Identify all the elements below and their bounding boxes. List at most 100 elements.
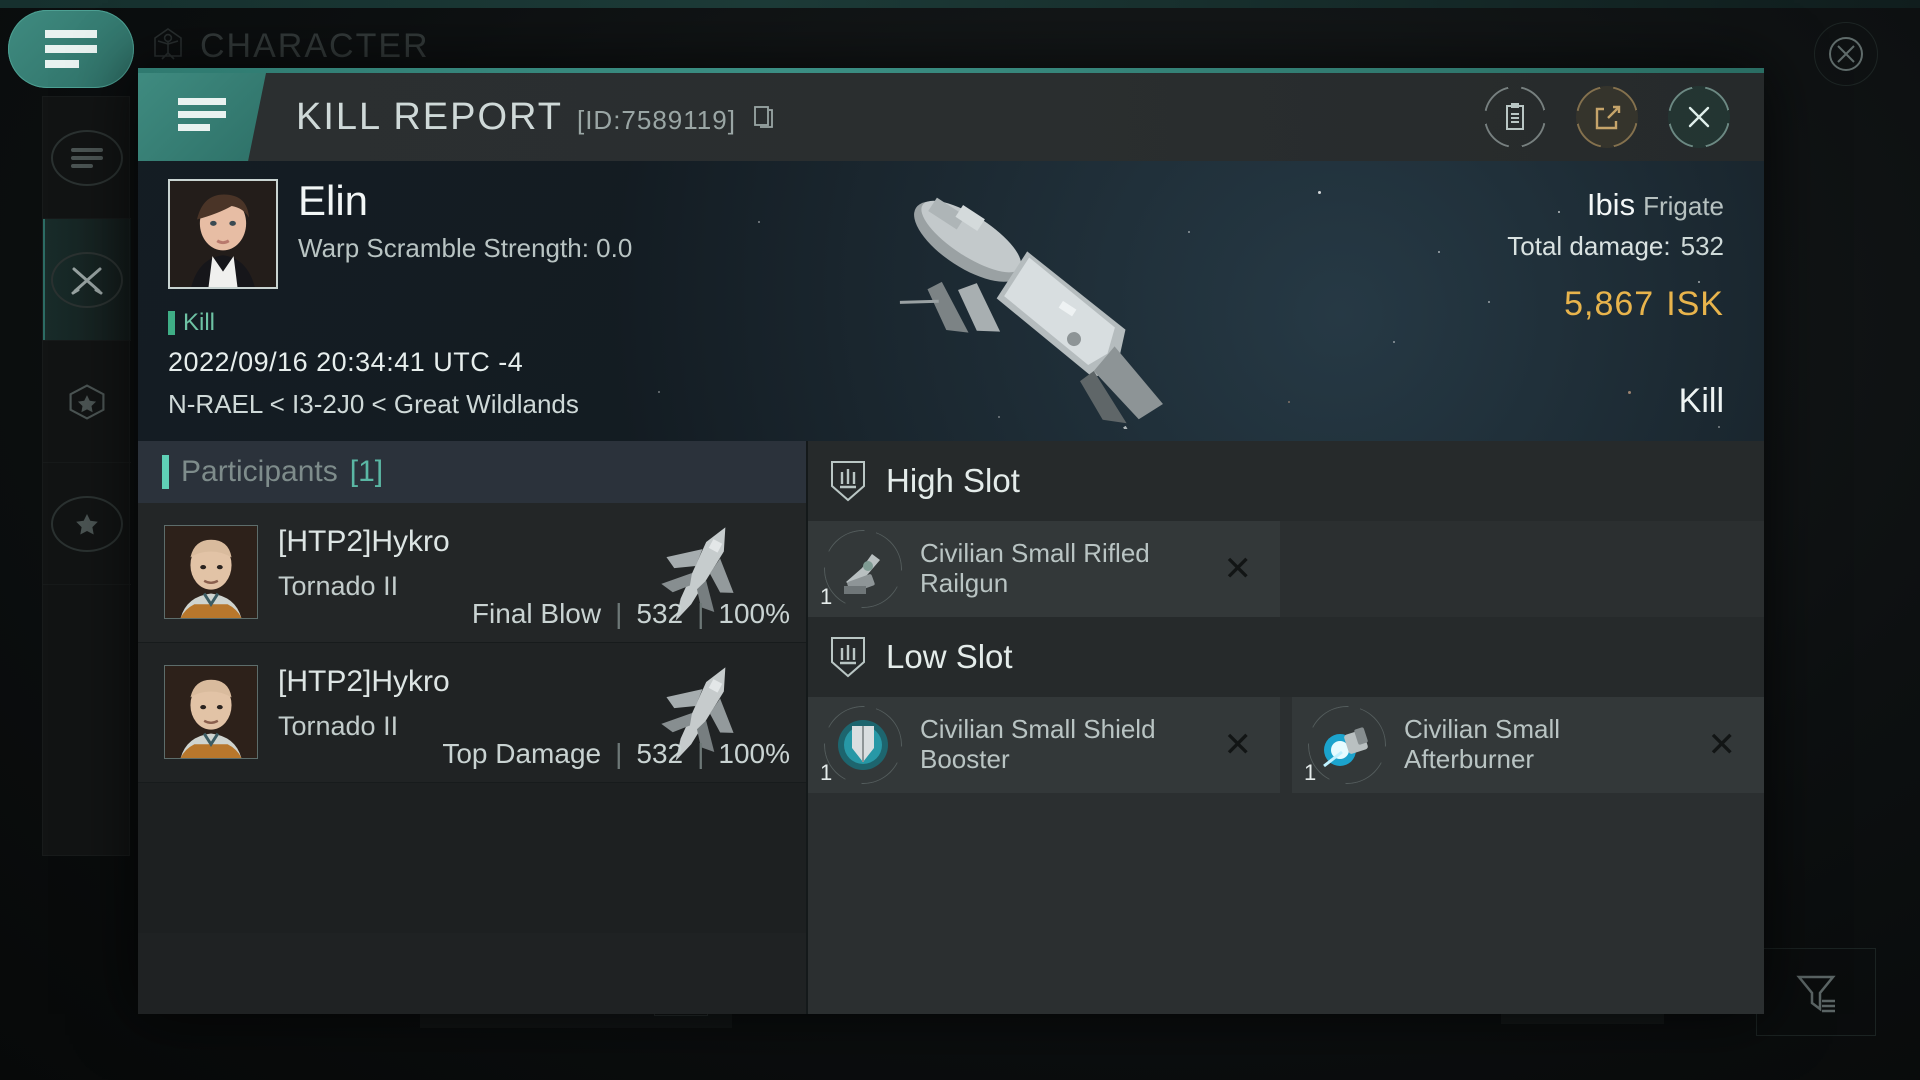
share-report-button[interactable] (1576, 86, 1638, 148)
hamburger-icon (178, 97, 226, 137)
background-sidebar (42, 96, 131, 856)
item-quantity: 1 (820, 584, 833, 609)
background-menu-button[interactable] (0, 10, 134, 88)
kill-timestamp: 2022/09/16 20:34:41 UTC -4 (168, 347, 524, 377)
total-damage: Total damage: 532 (1507, 231, 1724, 262)
warp-scramble-strength: Warp Scramble Strength: 0.0 (298, 233, 633, 263)
kill-status-tag: Kill (168, 309, 215, 337)
table-row[interactable]: [HTP2]Hykro Tornado II Final Blow | 532 … (138, 503, 806, 643)
fitting-slot-empty (1280, 521, 1752, 617)
list-icon (51, 129, 123, 186)
isk-unit: ISK (1666, 285, 1724, 323)
slot-title: Low Slot (886, 638, 1013, 675)
fitting-item[interactable]: 1 Civilian Small Rifled Railgun ✕ (808, 521, 1280, 617)
status-accent-bar (168, 311, 175, 335)
sidebar-item-star-hex[interactable] (43, 341, 131, 463)
hero-summary: Ibis Frigate Total damage: 532 5,867 ISK (1507, 187, 1724, 327)
background-window-title-text: CHARACTER (200, 26, 430, 65)
table-row[interactable]: [HTP2]Hykro Tornado II Top Damage | 532 … (138, 643, 806, 783)
participants-accent-bar (162, 455, 169, 489)
participant-name: [HTP2]Hykro (278, 665, 450, 698)
modal-title-group: KILL REPORT [ID:7589119] (296, 96, 776, 139)
copy-icon[interactable] (752, 96, 776, 139)
total-damage-value: 532 (1680, 231, 1724, 261)
participant-damage: 532 (636, 598, 684, 629)
destroyed-x-icon: ✕ (1707, 726, 1737, 764)
victim-ship-class: Frigate (1643, 191, 1724, 221)
kill-location: N-RAEL < I3-2J0 < Great Wildlands (168, 389, 579, 419)
vitruvian-man-icon (148, 26, 188, 66)
participants-label: Participants (181, 455, 338, 488)
avatar (164, 525, 258, 619)
sidebar-item-list[interactable] (43, 97, 131, 219)
item-quantity: 1 (1304, 760, 1317, 785)
item-icon-wrapper: 1 (820, 526, 906, 612)
participant-role: Top Damage (442, 738, 602, 769)
kill-result-label: Kill (1678, 382, 1724, 420)
background-close-button[interactable] (1814, 22, 1878, 86)
fitting-panel: High Slot 1 Civilian Small Rifled Railgu… (808, 441, 1764, 1014)
participant-ship: Tornado II (278, 711, 399, 741)
item-ring (824, 530, 902, 608)
hero-content: Elin Warp Scramble Strength: 0.0 Kill 20… (138, 161, 1764, 441)
participant-role: Final Blow (471, 598, 602, 629)
participants-panel: Participants [1] [HTP2]Hykro Tornado II … (138, 441, 808, 1014)
avatar (164, 665, 258, 759)
background-filter-button[interactable] (1756, 948, 1876, 1036)
destroyed-x-icon: ✕ (1223, 726, 1253, 764)
participant-percent: 100% (718, 738, 790, 769)
background-window-title: CHARACTER (148, 26, 430, 66)
copy-report-button[interactable] (1484, 86, 1546, 148)
modal-header-actions (1484, 86, 1730, 148)
participant-ship: Tornado II (278, 571, 399, 601)
isk-value-group: 5,867 ISK (1507, 272, 1724, 327)
slot-row-high: 1 Civilian Small Rifled Railgun ✕ (808, 521, 1764, 617)
slot-shield-icon (828, 458, 868, 504)
item-name: Civilian Small Shield Booster (920, 714, 1156, 774)
participant-stats: Top Damage | 532 | 100% (442, 738, 790, 770)
kill-status-label: Kill (183, 309, 216, 336)
victim-ship-name: Ibis (1586, 187, 1636, 222)
divider: | (697, 738, 705, 769)
close-modal-button[interactable] (1668, 86, 1730, 148)
isk-value: 5,867 (1564, 285, 1655, 323)
kill-report-id: [ID:7589119] (576, 104, 736, 135)
sidebar-item-combat[interactable] (43, 219, 131, 341)
external-link-icon (1595, 105, 1621, 130)
participants-empty-area (138, 783, 806, 933)
slot-header-high: High Slot (808, 441, 1764, 521)
crossed-swords-icon (51, 251, 123, 308)
item-ring (1308, 706, 1386, 784)
kill-hero-panel: Elin Warp Scramble Strength: 0.0 Kill 20… (138, 161, 1764, 441)
slot-row-low: 1 Civilian Small Shield Booster ✕ 1 Civi… (808, 697, 1764, 793)
item-icon-wrapper: 1 (820, 702, 906, 788)
destroyed-x-icon: ✕ (1223, 550, 1253, 588)
item-ring (824, 706, 902, 784)
victim-portrait[interactable] (168, 179, 278, 289)
fitting-item[interactable]: 1 Civilian Small Shield Booster ✕ (808, 697, 1280, 793)
divider: | (615, 738, 623, 769)
item-name: Civilian Small Rifled Railgun (920, 538, 1150, 598)
sidebar-item-star-oval[interactable] (43, 463, 131, 585)
clipboard-icon (1506, 103, 1524, 130)
participant-damage: 532 (636, 738, 684, 769)
filter-funnel-icon (1796, 975, 1836, 1013)
close-icon (1688, 106, 1710, 128)
item-quantity: 1 (820, 760, 833, 785)
slot-header-low: Low Slot (808, 617, 1764, 697)
total-damage-label: Total damage: (1507, 231, 1671, 261)
close-icon (1829, 37, 1863, 71)
participant-percent: 100% (718, 598, 790, 629)
item-name: Civilian Small Afterburner (1404, 714, 1561, 774)
page-title: KILL REPORT (296, 95, 563, 138)
star-oval-icon (51, 495, 123, 552)
kill-report-modal: KILL REPORT [ID:7589119] Elin Warp Scram… (138, 68, 1764, 1014)
participants-count: [1] (349, 455, 384, 488)
fitting-item[interactable]: 1 Civilian Small Afterburner ✕ (1292, 697, 1764, 793)
slot-title: High Slot (886, 462, 1020, 499)
modal-header: KILL REPORT [ID:7589119] (138, 73, 1764, 161)
victim-name: Elin (298, 177, 369, 224)
modal-menu-button[interactable] (138, 73, 266, 161)
divider: | (697, 598, 705, 629)
item-icon-wrapper: 1 (1304, 702, 1390, 788)
